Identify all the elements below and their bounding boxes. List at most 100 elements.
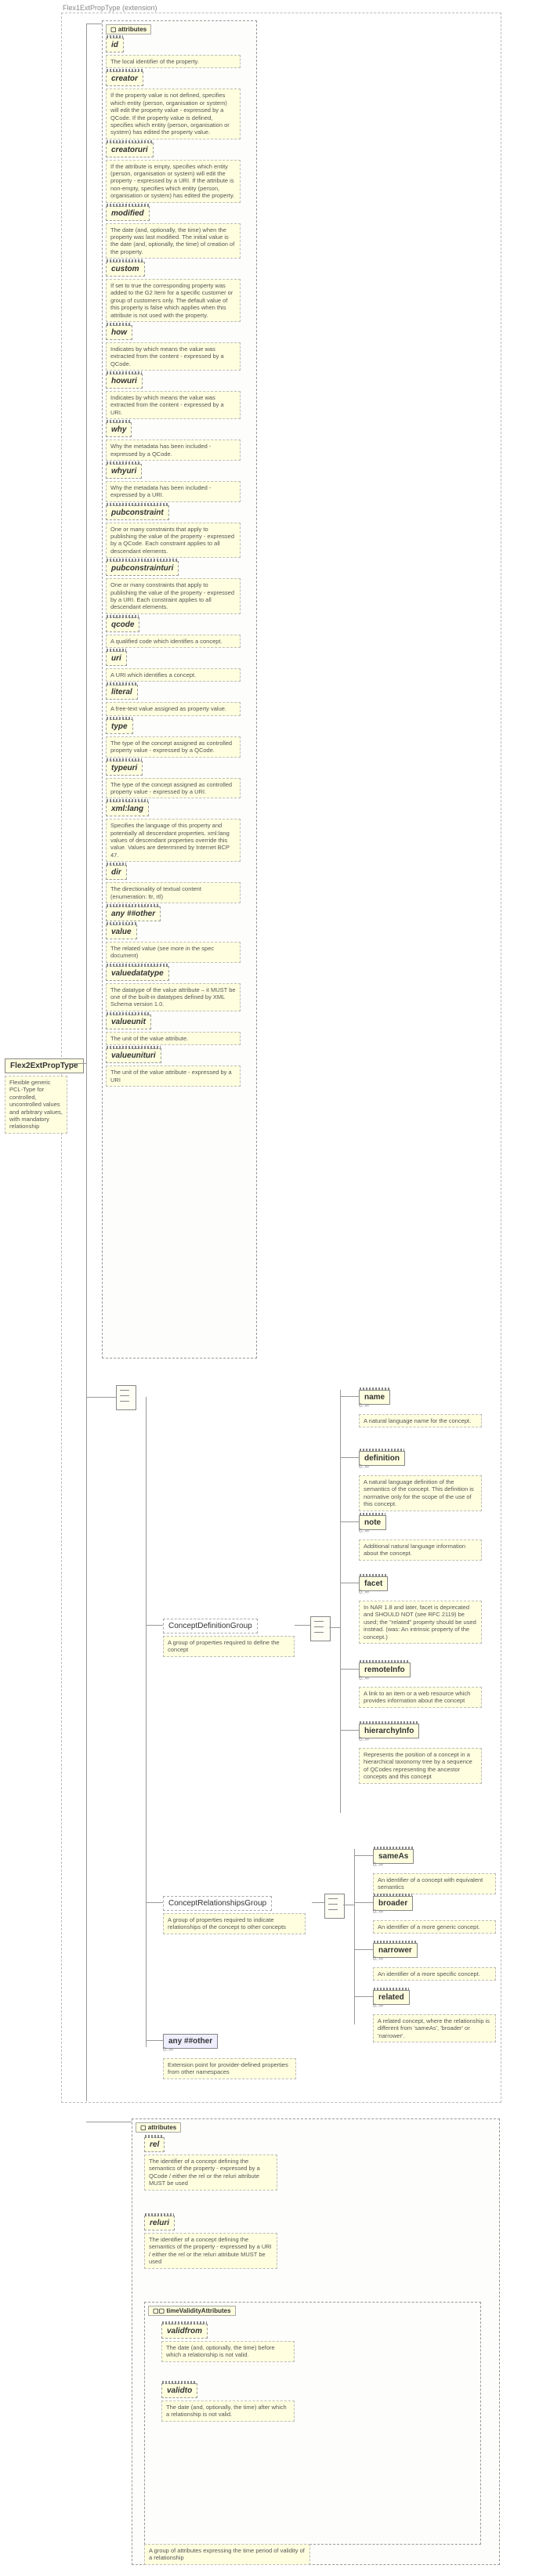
attr-label: any ##other [106,906,161,921]
attr-desc: The date (and, optionally, the time) bef… [161,2341,295,2362]
attr-label: id [106,38,124,52]
attr-uri: uri A URI which identifies a concept. [106,651,253,682]
attr-desc: The type of the concept assigned as cont… [106,736,241,758]
attr-creatoruri: creatoruri If the attribute is empty, spe… [106,143,253,203]
attr-pubconstraint: pubconstraint One or many constraints tha… [106,505,253,559]
attr-label: reluri [144,2216,175,2230]
attr-label: uri [106,651,127,666]
cardinality: 0..∞ [359,1590,369,1595]
cdg-child-remoteinfo: remoteInfo0..∞A link to an item or a web… [359,1662,498,1708]
attr-label: why [106,422,132,437]
attr-validfrom: validfrom The date (and, optionally, the … [161,2324,295,2362]
attr-desc: The local identifier of the property. [106,55,241,68]
sequence-main [116,1385,136,1410]
attr-label: rel [144,2137,165,2152]
attr-modified: modified The date (and, optionally, the t… [106,206,253,259]
attr-rel: rel The identifier of a concept defining … [144,2137,277,2191]
attr-label: validto [161,2383,197,2398]
attr-pubconstrainturi: pubconstrainturiOne or many constraints … [106,561,253,614]
crg-child-narrower: narrower0..∞An identifier of a more spec… [373,1943,506,1981]
attr-xml-lang: xml:lang Specifies the language of this p… [106,801,253,862]
attr-desc: The type of the concept assigned as cont… [106,778,241,799]
attr-desc: The date (and, optionally, the time) whe… [106,223,241,259]
cdg-child-hierarchyinfo: hierarchyInfo0..∞Represents the position… [359,1724,498,1784]
element-desc: A natural language definition of the sem… [359,1475,482,1511]
cardinality: 0..∞ [373,1909,383,1915]
attr-whyuri: whyuriWhy the metadata has been included… [106,464,253,502]
crg-child-sameas: sameAs0..∞An identifier of a concept wit… [373,1849,506,1894]
attr-label: whyuri [106,464,142,479]
attr-howuri: howuriIndicates by which means the value… [106,374,253,419]
group-label: ConceptDefinitionGroup [163,1619,258,1634]
attr-typeuri: typeuriThe type of the concept assigned … [106,761,253,799]
attr-desc: The unit of the value attribute. [106,1032,241,1045]
attr-desc: If the attribute is empty, specifies whi… [106,160,241,203]
attr-label: dir [106,865,127,880]
attr-label: validfrom [161,2324,208,2339]
attr-label: pubconstraint [106,505,169,520]
attr-creator: creatorIf the property value is not defi… [106,71,253,139]
cardinality: 0..∞ [359,1676,369,1681]
element-desc: Additional natural language information … [359,1539,482,1561]
attributes-panel: ▢ attributesidThe local identifier of th… [102,20,257,1359]
attr-valueunit: valueunit The unit of the value attribute… [106,1015,253,1045]
element-desc: A natural language name for the concept. [359,1414,482,1427]
attr-label: xml:lang [106,801,149,816]
attr-desc: A free-text value assigned as property v… [106,702,241,715]
attr-desc: The date (and, optionally, the time) aft… [161,2401,295,2422]
cardinality: 0..∞ [359,1737,369,1742]
attr-any-other: any ##other [106,906,253,921]
attr-label: valueunituri [106,1048,161,1063]
element-desc: An identifier of a more generic concept. [373,1920,496,1934]
cdg-child-facet: facet0..∞In NAR 1.8 and later, facet is … [359,1576,498,1644]
attr-label: type [106,719,133,734]
attr-desc: A qualified code which identifies a conc… [106,635,241,648]
cdg-child-definition: definition0..∞A natural language definit… [359,1451,498,1511]
attr-desc: Indicates by which means the value was e… [106,342,241,371]
attr-desc: The unit of the value attribute - expres… [106,1065,241,1087]
attr-why: why Why the metadata has been included - … [106,422,253,461]
attr-desc: A URI which identifies a concept. [106,668,241,682]
attr-label: howuri [106,374,143,389]
element-desc: An identifier of a more specific concept… [373,1967,496,1981]
sequence-cdg [310,1616,331,1641]
attr-qcode: qcodeA qualified code which identifies a… [106,617,253,648]
attr-desc: If the property value is not defined, sp… [106,89,241,139]
attributes-header: ▢ attributes [136,2122,181,2133]
attr-group-desc: A group of attributes expressing the tim… [144,2544,310,2565]
attr-label: literal [106,685,138,700]
attr-label: creatoruri [106,143,154,157]
concept-definition-group: ConceptDefinitionGroupA group of propert… [163,1619,295,1657]
attr-desc: The identifier of a concept defining the… [144,2155,277,2191]
attr-desc: The datatype of the value attribute – it… [106,983,241,1011]
crg-child-related: related0..∞A related concept, where the … [373,1990,506,2042]
element-desc: Represents the position of a concept in … [359,1748,482,1784]
element-desc: In NAR 1.8 and later, facet is deprecate… [359,1601,482,1644]
attr-label: value [106,924,137,939]
attr-valuedatatype: valuedatatypeThe datatype of the value a… [106,966,253,1011]
attr-id: id The local identifier of the property. [106,38,253,68]
element-desc: A related concept, where the relationshi… [373,2014,496,2042]
attr-custom: customIf set to true the corresponding p… [106,262,253,322]
attr-desc: Why the metadata has been included - exp… [106,440,241,461]
attr-desc: The identifier of a concept defining the… [144,2233,277,2269]
cardinality: 0..∞ [163,2047,173,2053]
attr-label: how [106,325,132,340]
attr-desc: One or many constraints that apply to pu… [106,523,241,559]
cardinality: 0..∞ [373,2003,383,2009]
attr-desc: Specifies the language of this property … [106,819,241,862]
attr-label: pubconstrainturi [106,561,179,576]
attr-label: modified [106,206,150,221]
element-desc: Extension point for provider-defined pro… [163,2058,296,2079]
attr-validto: validto The date (and, optionally, the ti… [161,2383,295,2422]
attr-label: valueunit [106,1015,151,1029]
cdg-child-note: note0..∞Additional natural language info… [359,1515,498,1561]
cardinality: 0..∞ [373,1862,383,1868]
attr-desc: The directionality of textual content (e… [106,882,241,903]
cardinality: 0..∞ [359,1464,369,1470]
attr-value: valueThe related value (see more in the … [106,924,253,963]
any-other: any ##other0..∞Extension point for provi… [163,2034,296,2079]
attr-type: type The type of the concept assigned as … [106,719,253,758]
concept-relationships-group: ConceptRelationshipsGroupA group of prop… [163,1896,312,1934]
attr-literal: literal A free-text value assigned as pro… [106,685,253,715]
